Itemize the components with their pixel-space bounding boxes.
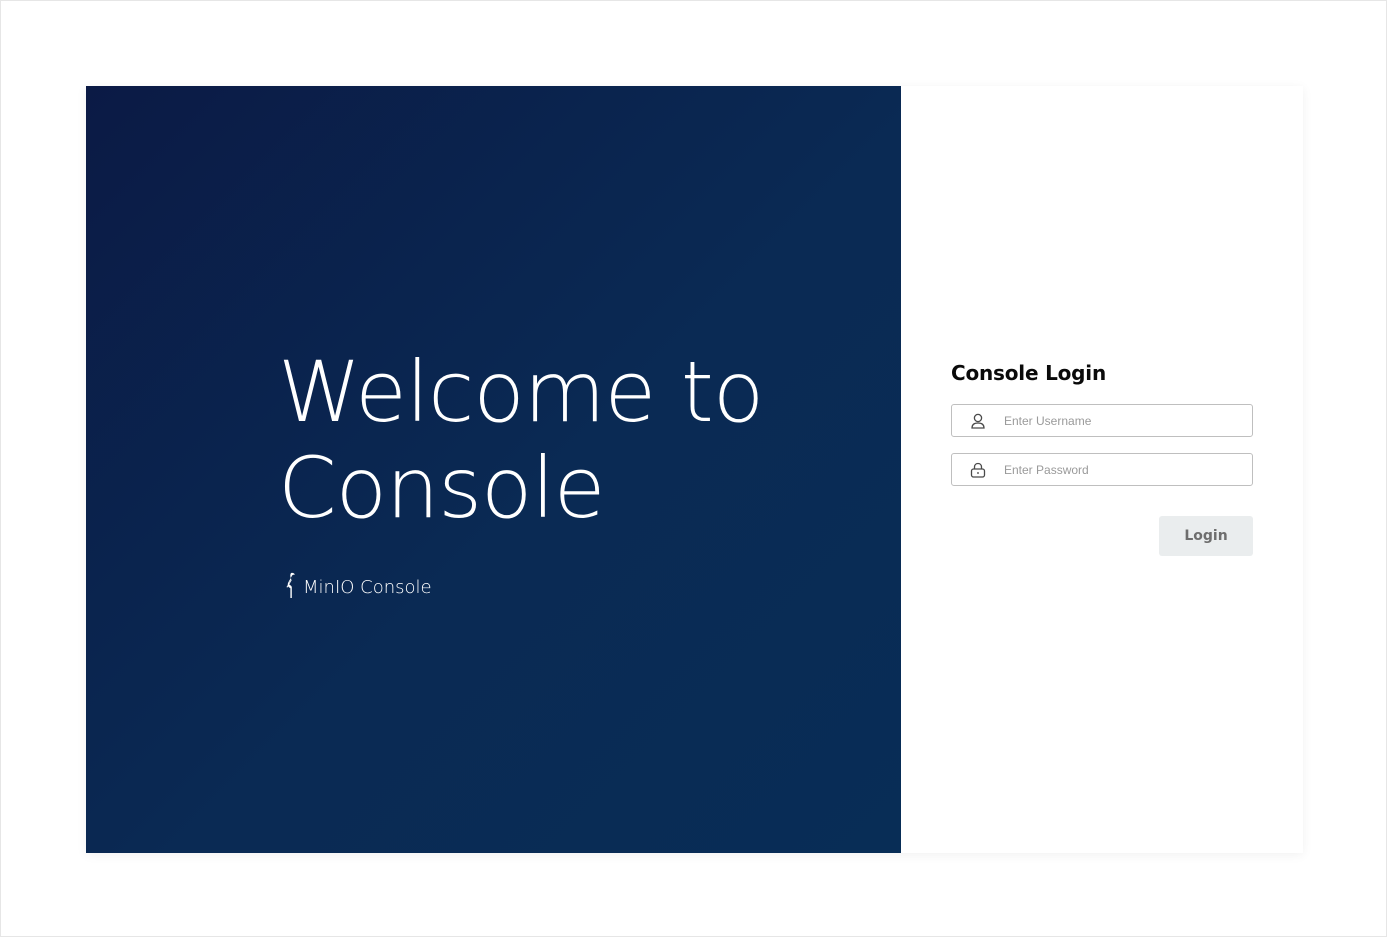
- password-field[interactable]: [951, 453, 1253, 486]
- login-button[interactable]: Login: [1159, 516, 1253, 556]
- lock-icon: [952, 454, 1004, 485]
- password-input[interactable]: [1004, 454, 1252, 485]
- user-icon: [952, 405, 1004, 436]
- login-card: Welcome to Console MinIO Console Console…: [86, 86, 1303, 853]
- login-panel: Console Login Enter Username Login: [901, 86, 1303, 853]
- welcome-heading-line-1: Welcome to: [278, 343, 764, 441]
- welcome-heading: Welcome to Console: [278, 343, 764, 537]
- brand: MinIO Console: [283, 571, 432, 604]
- welcome-heading-line-2: Console: [278, 439, 605, 537]
- username-input[interactable]: [1004, 405, 1252, 436]
- username-field[interactable]: [951, 404, 1253, 437]
- login-title: Console Login: [951, 361, 1106, 385]
- page-frame: Welcome to Console MinIO Console Console…: [0, 0, 1387, 937]
- minio-bird-icon: [283, 571, 303, 604]
- brand-label: MinIO Console: [303, 577, 432, 598]
- welcome-panel: Welcome to Console MinIO Console: [86, 86, 901, 853]
